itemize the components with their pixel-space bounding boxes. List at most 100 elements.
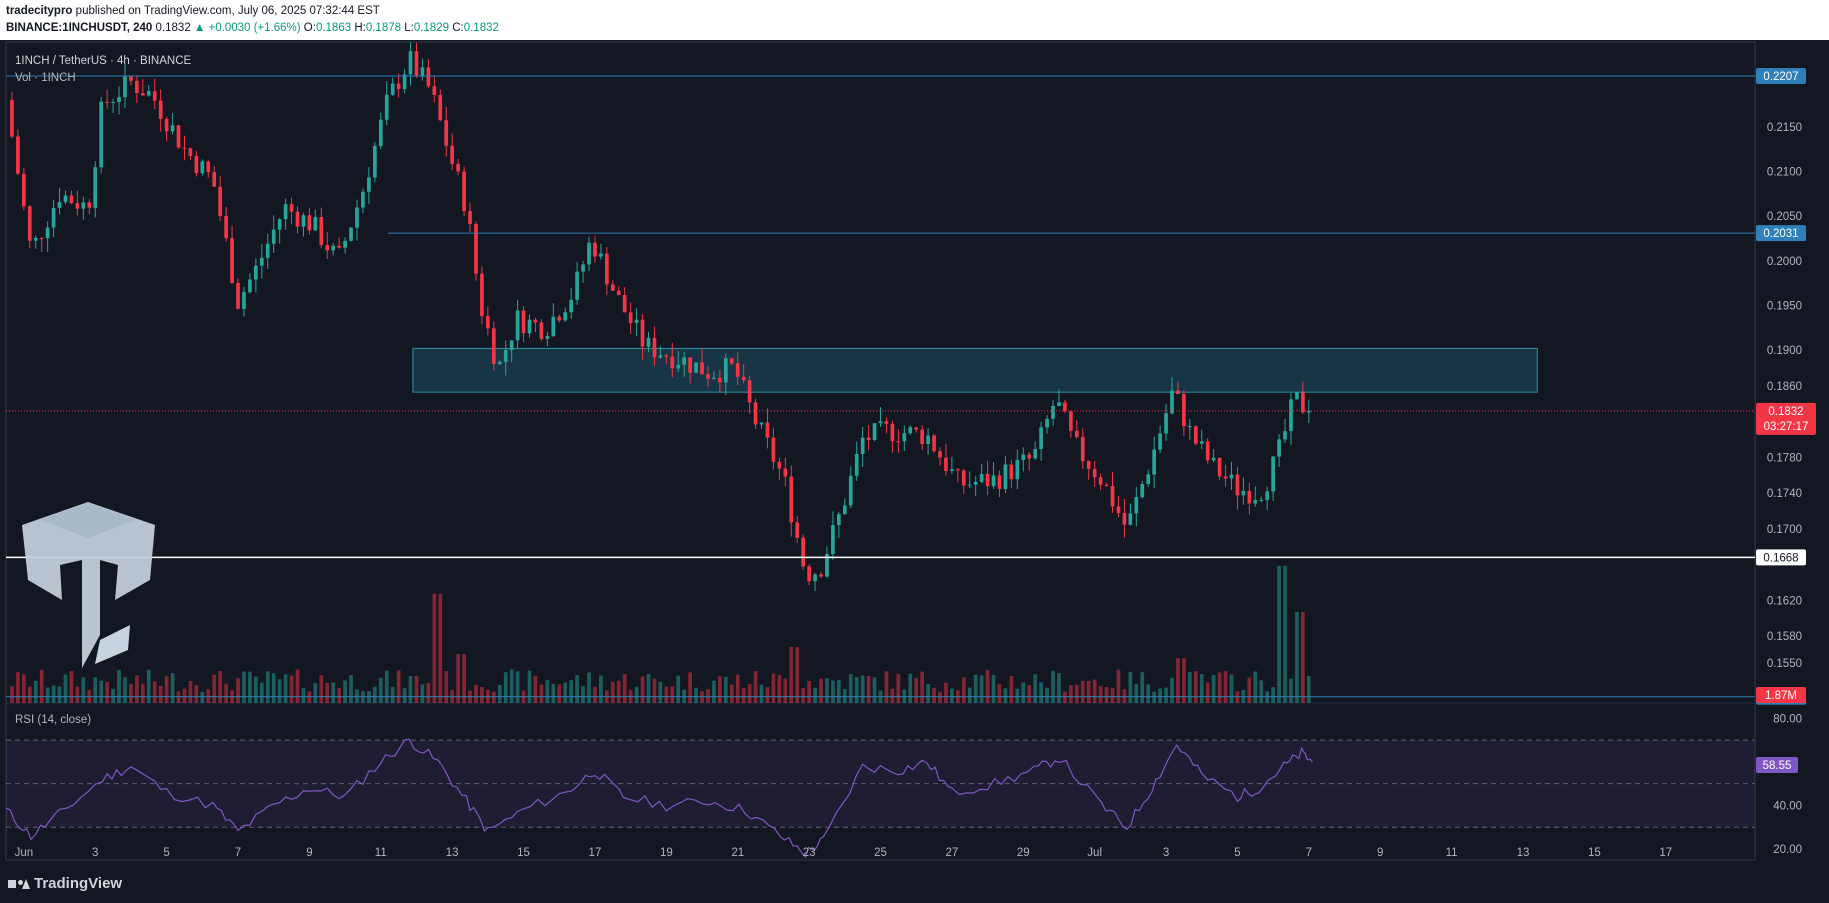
candle-body xyxy=(164,118,169,132)
candle-body xyxy=(259,257,264,266)
candle-body xyxy=(414,51,419,76)
volume-bar xyxy=(1164,687,1168,703)
volume-bar xyxy=(295,669,300,703)
volume-bar xyxy=(372,686,377,703)
volume-bar xyxy=(503,672,508,703)
volume-bar xyxy=(111,688,115,703)
candle-body xyxy=(1080,437,1085,462)
candle-body xyxy=(491,328,496,364)
candle-body xyxy=(16,136,20,174)
candle-body xyxy=(950,469,954,471)
volume-bar xyxy=(634,686,639,703)
candle-body xyxy=(634,319,639,323)
chart-canvas[interactable]: 0.22070.20310.16680.15120.183203:27:171.… xyxy=(0,0,1829,903)
volume-bar xyxy=(1199,674,1204,703)
time-tick-label: 5 xyxy=(163,847,169,859)
volume-bar xyxy=(747,684,752,703)
level-price-label: 0.2031 xyxy=(1763,228,1798,240)
resistance-zone-rect xyxy=(412,347,1538,393)
candle-body xyxy=(438,94,443,121)
volume-bar xyxy=(1128,672,1133,703)
volume-bar xyxy=(289,675,294,703)
candle-body xyxy=(807,566,811,582)
volume-bar xyxy=(1104,687,1109,703)
candle-body xyxy=(1229,474,1234,479)
volume-bar xyxy=(474,684,478,703)
volume-bar xyxy=(1116,669,1121,703)
candle-body xyxy=(1140,484,1145,498)
volume-bar xyxy=(63,674,68,703)
volume-bar xyxy=(188,680,193,703)
volume-bar xyxy=(1247,677,1252,703)
candle-body xyxy=(456,163,460,172)
volume-bar xyxy=(872,677,877,703)
candle-body xyxy=(450,145,455,164)
candle-body xyxy=(1199,441,1204,444)
volume-bar xyxy=(1057,673,1061,703)
candle-body xyxy=(283,204,288,220)
volume-bar xyxy=(319,675,324,703)
candle-body xyxy=(1211,457,1216,461)
time-tick-label: 13 xyxy=(1517,847,1530,859)
candle-body xyxy=(75,203,80,209)
candle-body xyxy=(1116,506,1121,514)
volume-bar xyxy=(759,684,764,703)
candle-body xyxy=(105,101,109,103)
volume-bar xyxy=(337,688,341,703)
candle-body xyxy=(206,161,211,173)
tradingview-logo[interactable]: TradingView xyxy=(8,875,122,892)
time-tick-label: Jul xyxy=(1087,847,1102,859)
tv-brand-text: TradingView xyxy=(34,875,123,892)
rsi-legend[interactable]: RSI (14, close) xyxy=(15,714,91,726)
candle-body xyxy=(325,244,330,251)
candle-body xyxy=(39,237,44,239)
volume-legend[interactable]: Vol · 1INCH xyxy=(15,72,76,84)
volume-bar xyxy=(813,687,817,703)
volume-bar xyxy=(1080,680,1085,703)
candle-body xyxy=(979,473,984,482)
volume-bar xyxy=(135,675,139,703)
candle-body xyxy=(515,310,520,341)
volume-bar xyxy=(390,687,395,703)
candle-body xyxy=(700,362,704,375)
volume-bar xyxy=(182,688,187,703)
legend-title[interactable]: 1INCH / TetherUS · 4h · BINANCE xyxy=(15,55,192,67)
tv-logo-icon xyxy=(8,877,30,891)
candle-body xyxy=(1223,476,1228,479)
candle-body xyxy=(1170,390,1174,414)
volume-bar xyxy=(985,670,990,703)
candle-body xyxy=(1057,402,1061,407)
candle-body xyxy=(1158,433,1162,450)
watermark-logo xyxy=(22,502,155,668)
candle-body xyxy=(170,125,175,132)
price-tick-label: 0.1700 xyxy=(1767,524,1802,536)
time-tick-label: 7 xyxy=(1306,847,1312,859)
candle-body xyxy=(533,319,538,323)
price-tick-label: 0.1860 xyxy=(1767,381,1802,393)
candle-body xyxy=(741,376,746,381)
candle-body xyxy=(230,238,234,283)
price-tick-label: 0.1580 xyxy=(1767,631,1802,643)
volume-bar xyxy=(123,677,127,703)
volume-bar xyxy=(1086,680,1091,703)
candle-body xyxy=(1033,449,1038,459)
candle-body xyxy=(527,319,532,334)
candle-body xyxy=(462,171,466,212)
volume-bar xyxy=(277,679,282,703)
candle-body xyxy=(1009,464,1014,480)
time-tick-label: 11 xyxy=(1446,847,1458,859)
time-tick-label: 9 xyxy=(1377,847,1383,859)
volume-bar xyxy=(331,682,336,703)
candle-body xyxy=(628,312,633,323)
time-tick-label: Jun xyxy=(15,847,34,859)
volume-bar xyxy=(741,687,746,703)
candle-body xyxy=(349,227,353,241)
volume-bar xyxy=(670,686,675,703)
volume-bar xyxy=(349,675,353,703)
candle-body xyxy=(860,437,865,455)
volume-bar xyxy=(599,675,603,703)
candle-body xyxy=(569,299,573,313)
volume-bar xyxy=(1015,688,1020,703)
candle-body xyxy=(33,237,38,241)
level-price-label: 0.1668 xyxy=(1763,552,1798,564)
